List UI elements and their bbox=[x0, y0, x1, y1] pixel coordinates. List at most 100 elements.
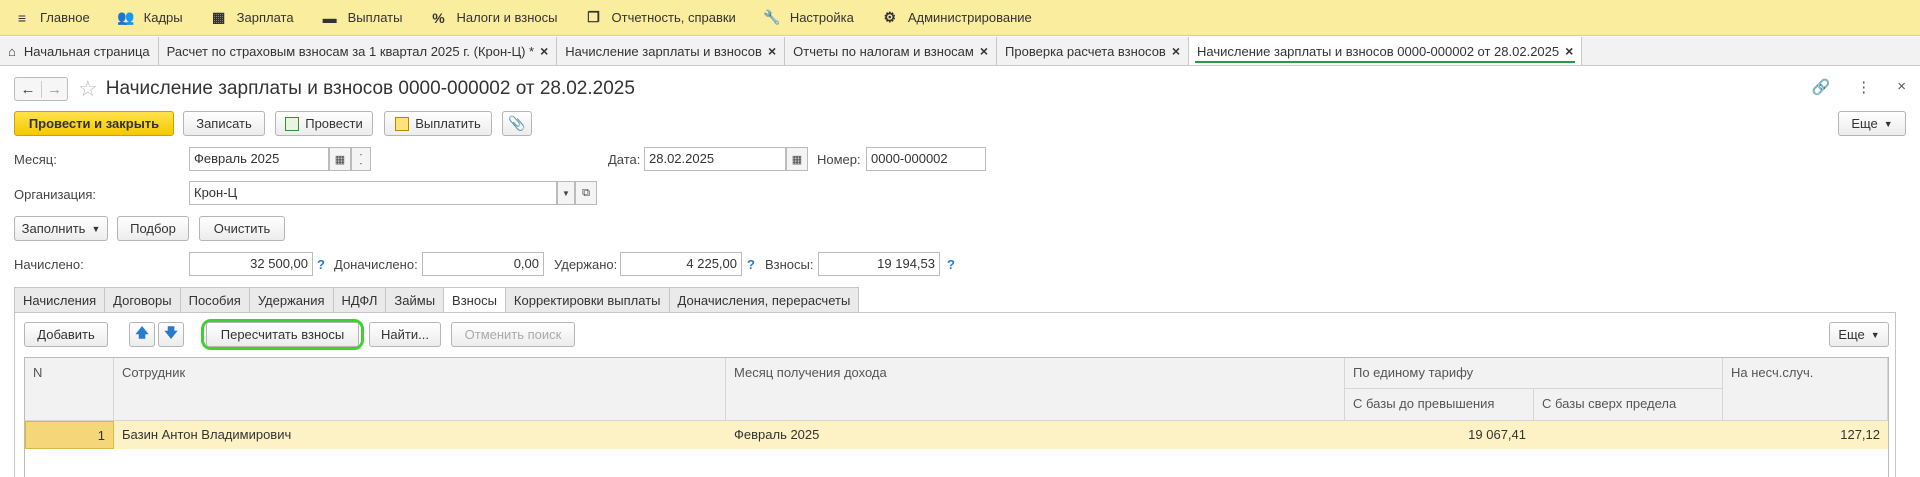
column-header-employee[interactable]: Сотрудник bbox=[114, 358, 726, 421]
tab-tax-reports[interactable]: Отчеты по налогам и взносам × bbox=[785, 37, 998, 65]
people-icon: 👥 bbox=[116, 9, 135, 25]
close-icon[interactable]: × bbox=[1565, 43, 1573, 59]
section-menu: ≡ Главное 👥 Кадры ▦ Зарплата ▬ Выплаты % Нало… bbox=[0, 0, 1920, 36]
help-icon[interactable]: ? bbox=[747, 257, 755, 272]
calendar-icon[interactable]: ▦ bbox=[786, 147, 808, 171]
menu-item-reports[interactable]: ❐ Отчетность, справки bbox=[572, 0, 750, 36]
tab-salary-accrual-list[interactable]: Начисление зарплаты и взносов × bbox=[557, 37, 786, 65]
tab-contributions[interactable]: Взносы bbox=[443, 287, 505, 313]
cell-base-above[interactable] bbox=[1534, 421, 1723, 433]
link-icon[interactable]: 🔗 bbox=[1812, 78, 1831, 96]
pay-icon bbox=[395, 116, 410, 131]
back-arrow-icon[interactable]: ← bbox=[15, 81, 41, 98]
withheld-field[interactable]: 4 225,00 bbox=[620, 252, 742, 276]
form-tabs: Начисления Договоры Пособия Удержания НД… bbox=[14, 287, 860, 313]
tab-loans[interactable]: Займы bbox=[385, 287, 444, 313]
close-icon[interactable]: × bbox=[1897, 78, 1906, 96]
tab-recalculations[interactable]: Доначисления, перерасчеты bbox=[668, 287, 860, 313]
menu-item-salary[interactable]: ▦ Зарплата bbox=[197, 0, 308, 36]
close-icon[interactable]: × bbox=[540, 43, 548, 59]
menu-item-hr[interactable]: 👥 Кадры bbox=[104, 0, 197, 36]
fill-button[interactable]: Заполнить ▼ bbox=[14, 216, 108, 241]
open-icon[interactable]: ⧉ bbox=[575, 181, 597, 205]
month-field[interactable]: Февраль 2025 bbox=[189, 147, 329, 171]
tab-payment-corrections[interactable]: Корректировки выплаты bbox=[504, 287, 669, 313]
open-windows-bar: ⌂ Начальная страница Расчет по страховым … bbox=[0, 37, 1920, 66]
table-row[interactable]: 1 Базин Антон Владимирович Февраль 2025 … bbox=[25, 421, 1888, 449]
chevron-down-icon: ▼ bbox=[91, 223, 101, 234]
more-button[interactable]: Еще ▼ bbox=[1838, 111, 1906, 136]
organization-label: Организация: bbox=[14, 187, 97, 202]
additional-field[interactable]: 0,00 bbox=[422, 252, 544, 276]
tab-deductions[interactable]: Удержания bbox=[248, 287, 333, 313]
column-header-unified[interactable]: По единому тарифу bbox=[1345, 358, 1723, 389]
move-up-button[interactable]: 🡅 bbox=[129, 322, 155, 347]
attach-button[interactable]: 📎 bbox=[502, 111, 532, 136]
date-label: Дата: bbox=[608, 152, 641, 167]
cell-base-below[interactable]: 19 067,41 bbox=[1345, 421, 1534, 448]
column-header-base-above[interactable]: С базы сверх предела bbox=[1534, 389, 1723, 421]
tab-ndfl[interactable]: НДФЛ bbox=[332, 287, 386, 313]
add-button[interactable]: Добавить bbox=[24, 322, 108, 347]
home-icon: ⌂ bbox=[8, 43, 16, 59]
select-button[interactable]: Подбор bbox=[117, 216, 189, 241]
column-header-month[interactable]: Месяц получения дохода bbox=[726, 358, 1345, 421]
recalculate-contributions-button[interactable]: Пересчитать взносы bbox=[206, 322, 359, 347]
pay-button[interactable]: Выплатить bbox=[384, 111, 492, 136]
tab-contracts[interactable]: Договоры bbox=[104, 287, 180, 313]
cell-accident[interactable]: 127,12 bbox=[1723, 421, 1888, 448]
post-button[interactable]: Провести bbox=[275, 111, 373, 136]
tab-contrib-check[interactable]: Проверка расчета взносов × bbox=[997, 37, 1190, 65]
favorite-star-icon[interactable]: ☆ bbox=[78, 76, 98, 102]
menu-item-taxes[interactable]: % Налоги и взносы bbox=[416, 0, 571, 36]
tab-insurance-calc[interactable]: Расчет по страховым взносам за 1 квартал… bbox=[158, 37, 558, 65]
forward-arrow-icon[interactable]: → bbox=[41, 80, 67, 98]
cancel-search-button[interactable]: Отменить поиск bbox=[451, 322, 575, 347]
organization-field[interactable]: Крон-Ц bbox=[189, 181, 557, 205]
additional-label: Доначислено: bbox=[334, 257, 418, 272]
dropdown-icon[interactable]: ▼ bbox=[557, 181, 575, 205]
tab-current-doc[interactable]: Начисление зарплаты и взносов 0000-00000… bbox=[1189, 37, 1583, 65]
menu-item-admin[interactable]: ⚙ Администрирование bbox=[868, 0, 1046, 36]
post-icon bbox=[285, 116, 300, 131]
column-header-base-below[interactable]: С базы до превышения bbox=[1345, 389, 1534, 421]
find-button[interactable]: Найти... bbox=[369, 322, 441, 347]
percent-icon: % bbox=[432, 9, 445, 26]
chevron-down-icon: ▼ bbox=[1883, 118, 1893, 129]
cell-employee[interactable]: Базин Антон Владимирович bbox=[114, 421, 726, 448]
column-header-n[interactable]: N bbox=[25, 358, 114, 421]
cell-month[interactable]: Февраль 2025 bbox=[726, 421, 1345, 448]
number-field[interactable]: 0000-000002 bbox=[866, 147, 986, 171]
help-icon[interactable]: ? bbox=[317, 257, 325, 272]
spin-down-icon[interactable]: - bbox=[360, 159, 363, 168]
tab-benefits[interactable]: Пособия bbox=[179, 287, 249, 313]
close-icon[interactable]: × bbox=[980, 43, 988, 59]
panel-more-button[interactable]: Еще ▼ bbox=[1829, 322, 1889, 347]
post-and-close-button[interactable]: Провести и закрыть bbox=[14, 111, 174, 136]
help-icon[interactable]: ? bbox=[947, 257, 955, 272]
report-icon: ❐ bbox=[587, 9, 600, 25]
close-icon[interactable]: × bbox=[768, 43, 776, 59]
move-down-button[interactable]: 🡇 bbox=[158, 322, 184, 347]
spin-up-icon[interactable]: - bbox=[360, 150, 363, 159]
number-label: Номер: bbox=[817, 152, 861, 167]
contributions-field[interactable]: 19 194,53 bbox=[818, 252, 940, 276]
month-spinner[interactable]: -- bbox=[351, 147, 371, 171]
date-field[interactable]: 28.02.2025 bbox=[644, 147, 786, 171]
cell-n[interactable]: 1 bbox=[25, 421, 114, 449]
tab-accruals[interactable]: Начисления bbox=[14, 287, 105, 313]
calendar-icon[interactable]: ▦ bbox=[329, 147, 351, 171]
close-icon[interactable]: × bbox=[1172, 43, 1180, 59]
accrued-field[interactable]: 32 500,00 bbox=[189, 252, 313, 276]
page-title: Начисление зарплаты и взносов 0000-00000… bbox=[105, 78, 635, 99]
clear-button[interactable]: Очистить bbox=[199, 216, 285, 241]
paperclip-icon: 📎 bbox=[508, 115, 526, 131]
tab-home[interactable]: ⌂ Начальная страница bbox=[0, 37, 159, 65]
hamburger-icon: ≡ bbox=[17, 9, 27, 26]
menu-item-main[interactable]: ≡ Главное bbox=[0, 0, 104, 36]
menu-item-payments[interactable]: ▬ Выплаты bbox=[308, 0, 417, 36]
column-header-accident[interactable]: На несч.случ. bbox=[1723, 358, 1888, 421]
menu-item-settings[interactable]: 🔧 Настройка bbox=[750, 0, 868, 36]
save-button[interactable]: Записать bbox=[183, 111, 265, 136]
more-vertical-icon[interactable]: ⋮ bbox=[1856, 78, 1871, 96]
